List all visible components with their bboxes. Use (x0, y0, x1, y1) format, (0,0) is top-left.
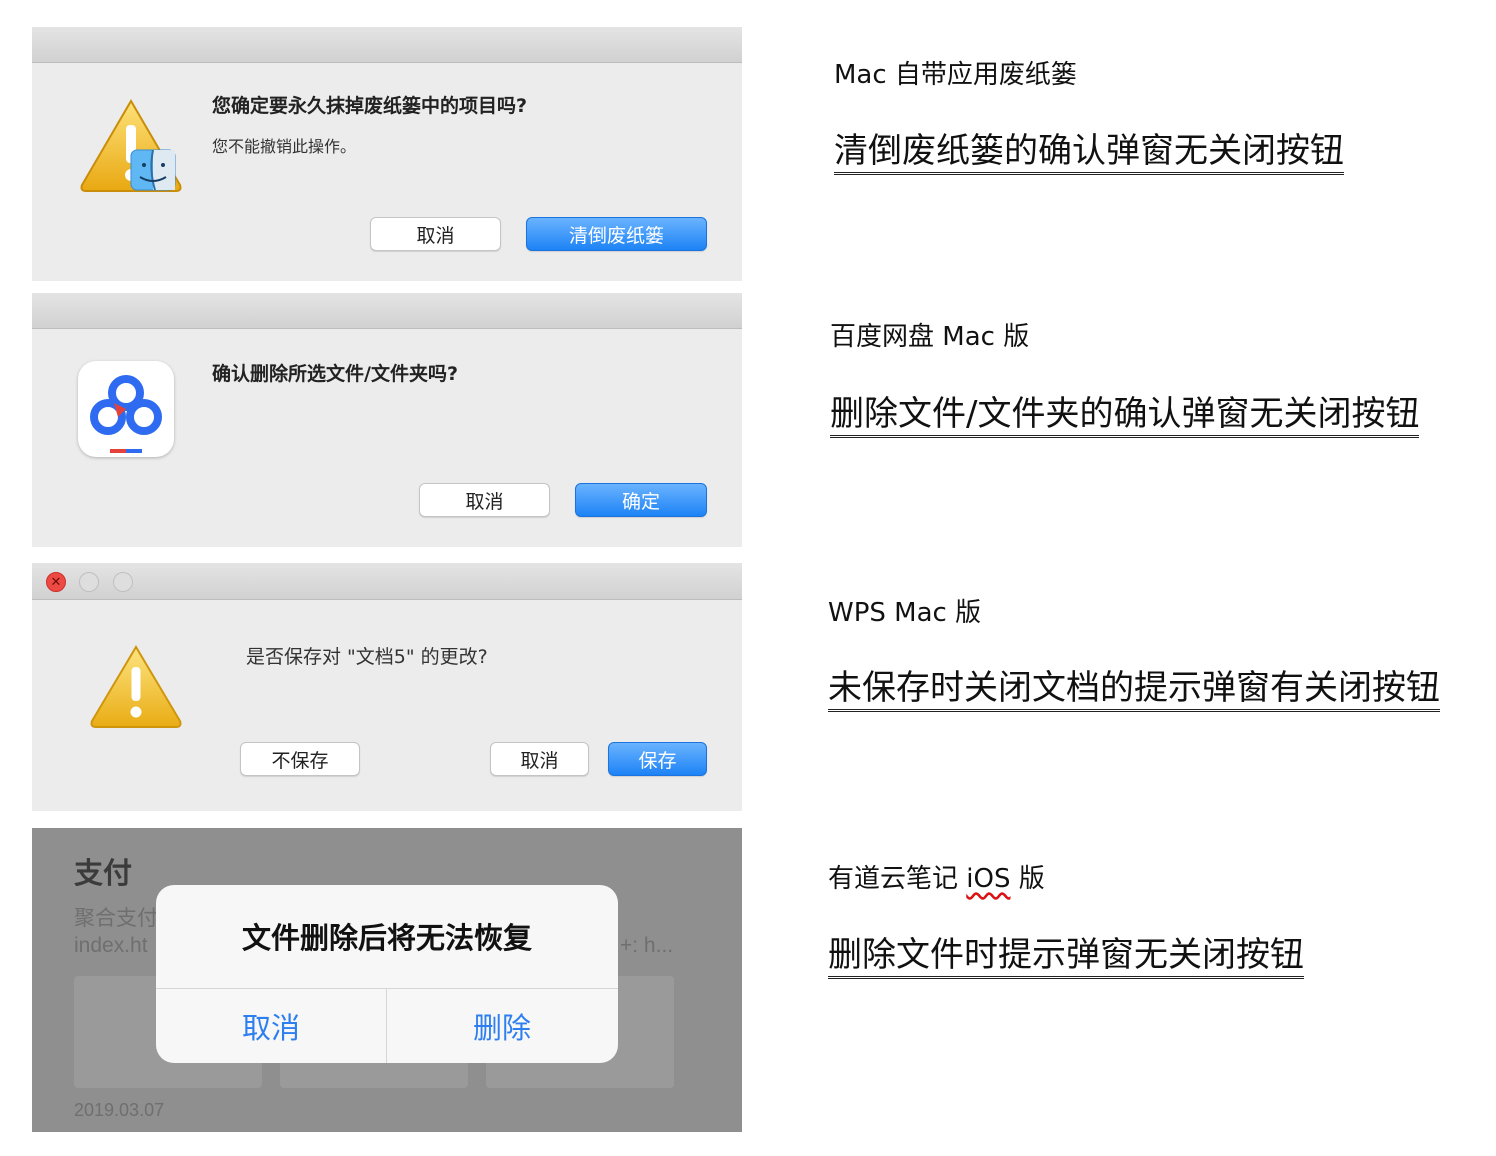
minimize-button[interactable] (79, 572, 99, 592)
bg-line-1: 聚合支付 (74, 907, 158, 930)
delete-button[interactable]: 删除 (387, 989, 617, 1063)
wps-save-dialog: ✕ 是否保存对 "文档5" 的更改? 不保存 取消 保存 (32, 563, 742, 811)
ios-alert: 文件删除后将无法恢复 取消 删除 (156, 885, 618, 1063)
zoom-button[interactable] (113, 572, 133, 592)
note-app-4: 有道云笔记 iOS 版 (828, 858, 1045, 895)
cancel-button[interactable]: 取消 (419, 483, 550, 517)
bg-right-text: +: h... (620, 934, 674, 957)
bg-heading: 支付 (74, 858, 133, 890)
finder-icon (130, 149, 176, 191)
bg-date: 2019.03.07 (74, 1100, 165, 1120)
window-titlebar (32, 27, 742, 63)
note-app-3: WPS Mac 版 (828, 598, 982, 628)
dont-save-button[interactable]: 不保存 (240, 742, 360, 776)
dialog-title: 确认删除所选文件/文件夹吗? (212, 363, 458, 385)
note-app-4-ios: iOS (966, 864, 1011, 894)
confirm-button[interactable]: 确定 (575, 483, 707, 517)
note-desc-3: 未保存时关闭文档的提示弹窗有关闭按钮 (828, 667, 1440, 712)
note-app-1: Mac 自带应用废纸篓 (834, 60, 1077, 90)
baidu-delete-dialog: 确认删除所选文件/文件夹吗? 取消 确定 (32, 293, 742, 547)
note-app-4-prefix: 有道云笔记 (828, 864, 967, 894)
bg-line-2: index.ht (74, 934, 148, 957)
dialog-subtitle: 您不能撤销此操作。 (212, 137, 357, 156)
alert-title: 文件删除后将无法恢复 (241, 921, 532, 955)
note-desc-4: 删除文件时提示弹窗无关闭按钮 (828, 934, 1304, 979)
cancel-button[interactable]: 取消 (156, 989, 386, 1063)
note-desc-2: 删除文件/文件夹的确认弹窗无关闭按钮 (830, 393, 1420, 438)
note-app-2: 百度网盘 Mac 版 (830, 322, 1030, 352)
empty-trash-button[interactable]: 清倒废纸篓 (526, 217, 707, 251)
trash-dialog: 您确定要永久抹掉废纸篓中的项目吗? 您不能撤销此操作。 取消 清倒废纸篓 (32, 27, 742, 281)
dialog-message: 是否保存对 "文档5" 的更改? (246, 646, 488, 668)
cancel-button[interactable]: 取消 (490, 742, 589, 776)
window-titlebar (32, 293, 742, 329)
warning-triangle-icon (88, 643, 184, 729)
note-app-4-suffix: 版 (1010, 864, 1045, 894)
window-titlebar (32, 563, 742, 600)
note-desc-1: 清倒废纸篓的确认弹窗无关闭按钮 (834, 130, 1344, 175)
baidu-netdisk-icon (78, 361, 174, 457)
cancel-button[interactable]: 取消 (370, 217, 501, 251)
close-icon[interactable]: ✕ (46, 572, 66, 592)
save-button[interactable]: 保存 (608, 742, 707, 776)
dialog-title: 您确定要永久抹掉废纸篓中的项目吗? (212, 95, 528, 117)
